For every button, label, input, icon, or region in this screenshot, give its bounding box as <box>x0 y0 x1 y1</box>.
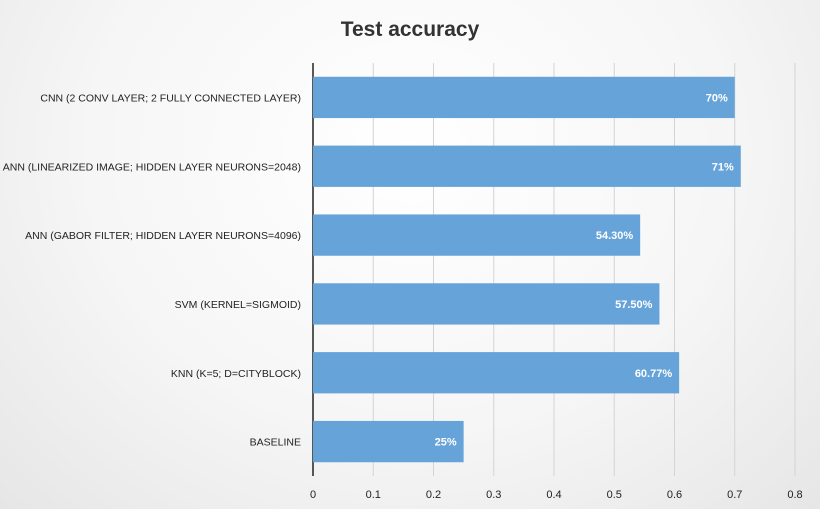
x-tick-label: 0.1 <box>366 489 381 501</box>
data-label: 54.30% <box>596 230 634 242</box>
data-label: 25% <box>435 437 457 449</box>
chart-container: Test accuracy 70% 71% 54.30% 57.50% 60.77% 25… <box>0 0 820 509</box>
category-label: KNN (K=5; D=CITYBLOCK) <box>171 368 301 380</box>
data-label: 57.50% <box>615 299 653 311</box>
x-axis-ticks: 0 0.1 0.2 0.3 0.4 0.5 0.6 0.7 0.8 <box>310 489 803 501</box>
data-label: 60.77% <box>635 368 673 380</box>
category-label: ANN (GABOR FILTER; HIDDEN LAYER NEURONS=… <box>25 230 301 242</box>
bars: 70% 71% 54.30% 57.50% 60.77% 25% <box>313 76 741 463</box>
x-tick-label: 0.3 <box>486 489 501 501</box>
bar <box>313 352 680 394</box>
category-label: ANN (LINEARIZED IMAGE; HIDDEN LAYER NEUR… <box>3 161 301 173</box>
x-tick-label: 0.6 <box>667 489 682 501</box>
x-tick-label: 0.2 <box>426 489 441 501</box>
category-labels: CNN (2 CONV LAYER; 2 FULLY CONNECTED LAY… <box>3 92 301 448</box>
x-tick-label: 0.7 <box>727 489 742 501</box>
category-label: BASELINE <box>250 437 301 449</box>
category-label: CNN (2 CONV LAYER; 2 FULLY CONNECTED LAY… <box>40 92 301 104</box>
bar <box>313 145 741 187</box>
bar <box>313 76 735 119</box>
x-tick-label: 0.8 <box>787 489 802 501</box>
chart-title: Test accuracy <box>341 18 480 41</box>
category-label: SVM (KERNEL=SIGMOID) <box>175 299 301 311</box>
bar <box>313 214 641 256</box>
x-tick-label: 0 <box>310 489 316 501</box>
x-tick-label: 0.4 <box>546 489 561 501</box>
bar-chart: Test accuracy 70% 71% 54.30% 57.50% 60.77% 25… <box>3 18 803 501</box>
bar <box>313 283 660 325</box>
x-tick-label: 0.5 <box>607 489 622 501</box>
data-label: 71% <box>712 161 734 173</box>
data-label: 70% <box>706 92 728 104</box>
gridlines <box>312 63 796 476</box>
